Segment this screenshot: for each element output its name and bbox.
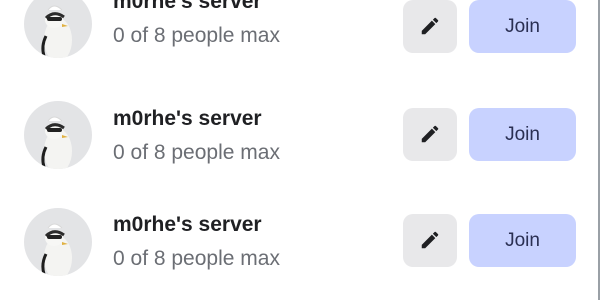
server-capacity: 0 of 8 people max: [113, 247, 280, 270]
pencil-icon: [421, 231, 439, 249]
server-capacity: 0 of 8 people max: [113, 141, 280, 164]
penguin-avatar-icon: [41, 5, 72, 58]
avatar: [24, 101, 92, 169]
server-name: m0rhe's server: [113, 107, 262, 130]
server-capacity: 0 of 8 people max: [113, 24, 280, 47]
join-button[interactable]: Join: [469, 108, 576, 161]
server-row: m0rhe's server 0 of 8 people max Join: [0, 203, 598, 300]
penguin-avatar-icon: [41, 116, 72, 169]
server-list: m0rhe's server 0 of 8 people max Join m0…: [0, 0, 600, 300]
server-row: m0rhe's server 0 of 8 people max Join: [0, 0, 598, 90]
penguin-avatar-icon: [41, 223, 72, 276]
server-name: m0rhe's server: [113, 0, 262, 13]
server-row: m0rhe's server 0 of 8 people max Join: [0, 97, 598, 197]
pencil-icon: [421, 125, 439, 143]
server-name: m0rhe's server: [113, 213, 262, 236]
edit-server-button[interactable]: [403, 0, 457, 53]
pencil-icon: [421, 17, 439, 35]
avatar: [24, 208, 92, 276]
edit-server-button[interactable]: [403, 214, 457, 267]
join-button[interactable]: Join: [469, 214, 576, 267]
edit-server-button[interactable]: [403, 108, 457, 161]
join-button[interactable]: Join: [469, 0, 576, 53]
avatar: [24, 0, 92, 58]
